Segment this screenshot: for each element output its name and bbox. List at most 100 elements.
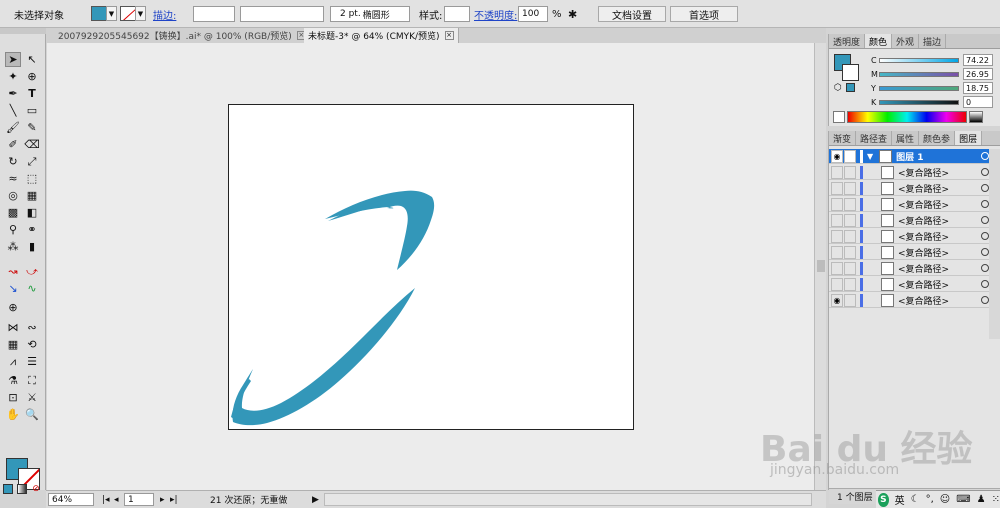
black-slider[interactable] [879,99,959,105]
target-icon[interactable] [981,200,989,208]
tools-grip[interactable] [0,28,46,34]
none-mode-icon[interactable]: ⊘ [31,484,41,494]
sublayer-row[interactable]: <复合路径> [829,245,997,260]
ime-logo-icon[interactable]: S [878,492,889,507]
line-tool-icon[interactable]: ╲ [5,103,21,118]
close-icon[interactable]: × [444,31,454,40]
free-transform-tool-icon[interactable]: ⬚ [24,171,40,186]
target-icon[interactable] [981,280,989,288]
rectangle-tool-icon[interactable]: ▭ [24,103,40,118]
punctuation-icon[interactable]: °, [926,494,934,505]
sublayer-row[interactable]: <复合路径> [829,181,997,196]
panel-stroke-swatch[interactable] [842,64,859,81]
lock-toggle[interactable] [844,181,856,195]
opacity-field[interactable]: 100 [518,6,548,22]
tab-document-2[interactable]: 未标题-3* @ 64% (CMYK/预览) × [304,28,459,43]
cyan-slider-row[interactable]: C 74.22 [871,54,997,66]
magenta-value-field[interactable]: 26.95 [963,68,993,80]
lock-toggle[interactable] [844,149,856,163]
emoji-icon[interactable]: ☺ [940,494,950,505]
symbol-sprayer-tool-icon[interactable]: ⁂ [5,239,21,254]
visibility-toggle[interactable] [831,245,843,259]
target-icon[interactable] [981,232,989,240]
lock-toggle[interactable] [844,277,856,291]
eraser-tool-icon[interactable]: ⌫ [24,137,40,152]
tab-gradient[interactable]: 渐变 [829,131,857,145]
stroke-weight-field[interactable] [193,6,235,22]
sublayer-row[interactable]: <复合路径> [829,213,997,228]
target-tool-icon[interactable]: ⊕ [5,300,21,315]
slice-tool-icon[interactable]: ⚔ [24,390,40,405]
color-mode-icon[interactable] [3,484,13,494]
smooth-tool-icon[interactable]: ⤻ [24,264,40,279]
path-eraser-tool-icon[interactable]: ↘ [5,281,21,296]
type-tool-icon[interactable]: T [24,86,40,101]
visibility-eye-icon[interactable]: ◉ [831,149,843,163]
pipette-tool-icon[interactable]: ⚗ [5,373,21,388]
variable-width-field[interactable] [240,6,324,22]
artboard[interactable] [228,104,634,430]
first-artboard-icon[interactable]: |◂ [102,493,110,506]
lock-toggle[interactable] [844,261,856,275]
twist-tool-icon[interactable]: ⟲ [24,337,40,352]
layer-target-icon[interactable] [981,152,989,160]
sublayer-row[interactable]: ◉ <复合路径> [829,293,997,308]
tab-stroke[interactable]: 描边 [919,34,947,48]
visibility-toggle[interactable] [831,277,843,291]
tab-layers[interactable]: 图层 [955,131,983,145]
brush-stroke-lower[interactable] [232,288,415,426]
direct-selection-tool-icon[interactable]: ↖ [24,52,40,67]
paintbrush-tool-icon[interactable]: 🖌 [5,120,21,135]
zoom-field[interactable]: 64% [48,493,94,506]
gradient-tool-icon[interactable]: ◧ [24,205,40,220]
sublayer-row[interactable]: <复合路径> [829,229,997,244]
layers-scrollbar[interactable] [989,149,1000,339]
rotate-tool-icon[interactable]: ↻ [5,154,21,169]
tab-transparency[interactable]: 透明度 [829,34,866,48]
tab-color-guide[interactable]: 颜色参 [919,131,956,145]
live-paint-tool-icon[interactable]: ⛶ [24,373,40,388]
width-tool-icon[interactable]: ↝ [5,264,21,279]
keyboard-icon[interactable]: ⌨ [956,494,970,505]
target-icon[interactable] [981,216,989,224]
lock-toggle[interactable] [844,293,856,307]
status-menu-arrow-icon[interactable]: ▶ [312,493,319,506]
stroke-label-link[interactable]: 描边: [153,6,176,22]
gradient-mode-icon[interactable] [17,484,27,494]
canvas-area[interactable] [47,43,814,490]
target-icon[interactable] [981,296,989,304]
wave-shape-tool-icon[interactable]: ∾ [24,320,40,335]
target-icon[interactable] [981,184,989,192]
tab-document-1[interactable]: 2007929205545692【铸换】.ai* @ 100% (RGB/预览)… [54,28,311,43]
visibility-eye-icon[interactable]: ◉ [831,293,843,307]
artboard-tool-icon[interactable]: ⊡ [5,390,21,405]
cyan-slider[interactable] [879,57,959,63]
preferences-button[interactable]: 首选项 [670,6,738,22]
horizontal-scrollbar[interactable] [324,493,812,506]
eyedropper-tool-icon[interactable]: ⚲ [5,222,21,237]
visibility-toggle[interactable] [831,229,843,243]
yellow-slider[interactable] [879,85,959,91]
target-icon[interactable] [981,168,989,176]
grid-tool-icon[interactable]: ▦ [5,337,21,352]
fill-dropdown[interactable]: ▼ [106,6,117,21]
none-color-icon[interactable] [833,111,845,123]
black-white-ramp[interactable] [969,111,983,123]
artboard-number-field[interactable]: 1 [124,493,154,506]
magenta-slider[interactable] [879,71,959,77]
lock-toggle[interactable] [844,197,856,211]
yellow-slider-row[interactable]: Y 18.75 [871,82,997,94]
next-artboard-icon[interactable]: ▸ [160,493,165,506]
blend-tool-icon[interactable]: ⚭ [24,222,40,237]
grid-icon[interactable]: ⁙ [992,494,1000,505]
tab-appearance[interactable]: 外观 [892,34,920,48]
layer-row-parent[interactable]: ◉ ▼ 图层 1 [829,149,997,164]
perspective-grid-tool-icon[interactable]: ▦ [24,188,40,203]
tab-attributes[interactable]: 属性 [892,131,920,145]
lock-toggle[interactable] [844,245,856,259]
wave-tool-icon[interactable]: ∿ [24,281,40,296]
user-icon[interactable]: ♟ [977,494,986,505]
visibility-toggle[interactable] [831,261,843,275]
black-slider-row[interactable]: K 0 [871,96,997,108]
magenta-slider-row[interactable]: M 26.95 [871,68,997,80]
